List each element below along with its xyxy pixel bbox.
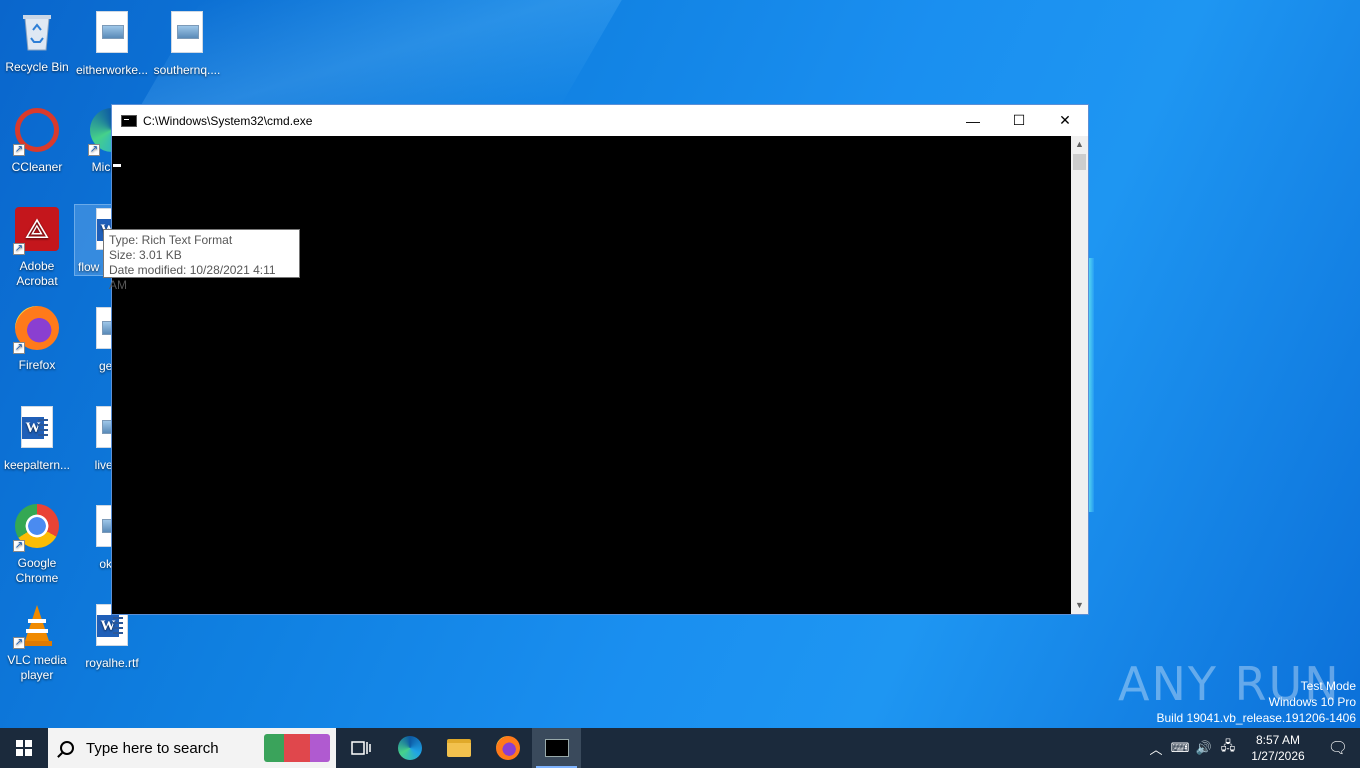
taskbar-edge[interactable] xyxy=(385,728,434,768)
desktop-icon-label: CCleaner xyxy=(11,160,63,174)
show-hidden-icons-chevron-icon[interactable]: ︿ xyxy=(1144,739,1168,758)
scroll-down-arrow-icon[interactable]: ▼ xyxy=(1071,597,1088,614)
shortcut-arrow-icon: ↗ xyxy=(88,144,100,156)
tooltip-size: Size: 3.01 KB xyxy=(109,248,182,262)
start-button[interactable] xyxy=(0,728,48,768)
taskbar-firefox[interactable] xyxy=(483,728,532,768)
task-view-icon xyxy=(350,741,371,755)
desktop-icon-label: keepaltern... xyxy=(3,458,71,472)
search-icon xyxy=(60,741,74,755)
text-cursor xyxy=(113,164,121,167)
shortcut-arrow-icon: ↗ xyxy=(13,637,25,649)
desktop-icon-recycle-bin[interactable]: Recycle Bin xyxy=(0,8,74,75)
taskbar-clock[interactable]: 8:57 AM 1/27/2026 xyxy=(1240,732,1316,764)
desktop-icon-google-chrome[interactable]: ↗ Google Chrome xyxy=(0,502,74,586)
windows-watermark: Test Mode Windows 10 Pro Build 19041.vb_… xyxy=(1157,678,1357,726)
minimize-button[interactable]: — xyxy=(950,105,996,136)
taskbar-file-explorer[interactable] xyxy=(434,728,483,768)
system-tray: ︿ ⌨ 🔊 🖧 8:57 AM 1/27/2026 🗨 xyxy=(1144,728,1360,768)
windows-edition-label: Windows 10 Pro xyxy=(1268,695,1356,709)
action-center-icon[interactable]: 🗨 xyxy=(1316,738,1360,758)
console-area[interactable] xyxy=(112,136,1071,614)
desktop-icon-adobe-acrobat[interactable]: ⟁ ↗ Adobe Acrobat xyxy=(0,205,74,289)
shortcut-arrow-icon: ↗ xyxy=(13,540,25,552)
desktop-icon-label: eitherworke... xyxy=(75,63,149,77)
shortcut-arrow-icon: ↗ xyxy=(13,243,25,255)
desktop-icon-label: Firefox xyxy=(18,358,56,372)
firefox-icon: ↗ xyxy=(13,306,61,354)
image-file-icon xyxy=(88,11,136,59)
tooltip-modified: Date modified: 10/28/2021 4:11 AM xyxy=(109,263,276,292)
search-placeholder: Type here to search xyxy=(86,739,219,757)
desktop-icon-label: Google Chrome xyxy=(15,556,59,585)
shortcut-arrow-icon: ↗ xyxy=(13,342,25,354)
image-file-icon xyxy=(163,11,211,59)
desktop-icon-firefox[interactable]: ↗ Firefox xyxy=(0,304,74,373)
firefox-icon xyxy=(495,736,520,760)
build-label: Build 19041.vb_release.191206-1406 xyxy=(1156,711,1357,725)
tooltip-type: Type: Rich Text Format xyxy=(109,233,233,247)
edge-icon xyxy=(397,736,422,760)
maximize-button[interactable]: ☐ xyxy=(996,105,1042,136)
meet-now-icon[interactable]: ⌨ xyxy=(1168,740,1192,756)
window-title: C:\Windows\System32\cmd.exe xyxy=(143,113,313,128)
task-view-button[interactable] xyxy=(336,728,385,768)
desktop-icon-southernq[interactable]: southernq.... xyxy=(150,8,224,78)
chrome-icon: ↗ xyxy=(13,504,61,552)
desktop-icon-label: Recycle Bin xyxy=(5,60,69,74)
word-document-icon: W xyxy=(13,406,61,454)
volume-icon[interactable]: 🔊 xyxy=(1192,740,1216,756)
search-highlight-gift-icon[interactable] xyxy=(264,734,330,762)
desktop-icon-eitherworke[interactable]: eitherworke... xyxy=(75,8,149,78)
vertical-scrollbar[interactable]: ▲ ▼ xyxy=(1071,136,1088,614)
desktop-icon-label: Adobe Acrobat xyxy=(16,259,58,288)
desktop-icon-ccleaner[interactable]: ↗ CCleaner xyxy=(0,106,74,175)
ccleaner-icon: ↗ xyxy=(13,108,61,156)
adobe-acrobat-icon: ⟁ ↗ xyxy=(13,207,61,255)
desktop-icon-label: royalhe.rtf xyxy=(85,656,139,670)
recycle-bin-icon xyxy=(13,8,61,56)
test-mode-label: Test Mode xyxy=(1300,679,1356,693)
desktop-icon-label: VLC media player xyxy=(7,653,67,682)
desktop-icon-vlc[interactable]: ↗ VLC media player xyxy=(0,601,74,683)
taskbar-search-box[interactable]: Type here to search xyxy=(48,728,336,768)
file-tooltip: Type: Rich Text Format Size: 3.01 KB Dat… xyxy=(103,229,300,292)
cmd-icon xyxy=(544,739,569,757)
windows-logo-icon xyxy=(16,740,32,756)
taskbar: Type here to search ︿ ⌨ 🔊 🖧 8:57 AM 1/27… xyxy=(0,728,1360,768)
cmd-app-icon[interactable] xyxy=(121,114,137,127)
scroll-thumb[interactable] xyxy=(1073,154,1086,170)
shortcut-arrow-icon: ↗ xyxy=(13,144,25,156)
desktop-icon-label: southernq.... xyxy=(153,63,221,77)
taskbar-cmd[interactable] xyxy=(532,728,581,768)
vlc-cone-icon: ↗ xyxy=(13,601,61,649)
desktop-icon-keepaltern[interactable]: W keepaltern... xyxy=(0,403,74,473)
clock-date: 1/27/2026 xyxy=(1251,749,1305,763)
cmd-window[interactable]: C:\Windows\System32\cmd.exe — ☐ ✕ ▲ ▼ xyxy=(111,104,1089,615)
window-titlebar[interactable]: C:\Windows\System32\cmd.exe — ☐ ✕ xyxy=(112,105,1088,136)
network-icon[interactable]: 🖧 xyxy=(1216,737,1240,759)
scroll-up-arrow-icon[interactable]: ▲ xyxy=(1071,136,1088,153)
clock-time: 8:57 AM xyxy=(1255,733,1301,747)
folder-icon xyxy=(446,739,471,757)
close-button[interactable]: ✕ xyxy=(1042,105,1088,136)
